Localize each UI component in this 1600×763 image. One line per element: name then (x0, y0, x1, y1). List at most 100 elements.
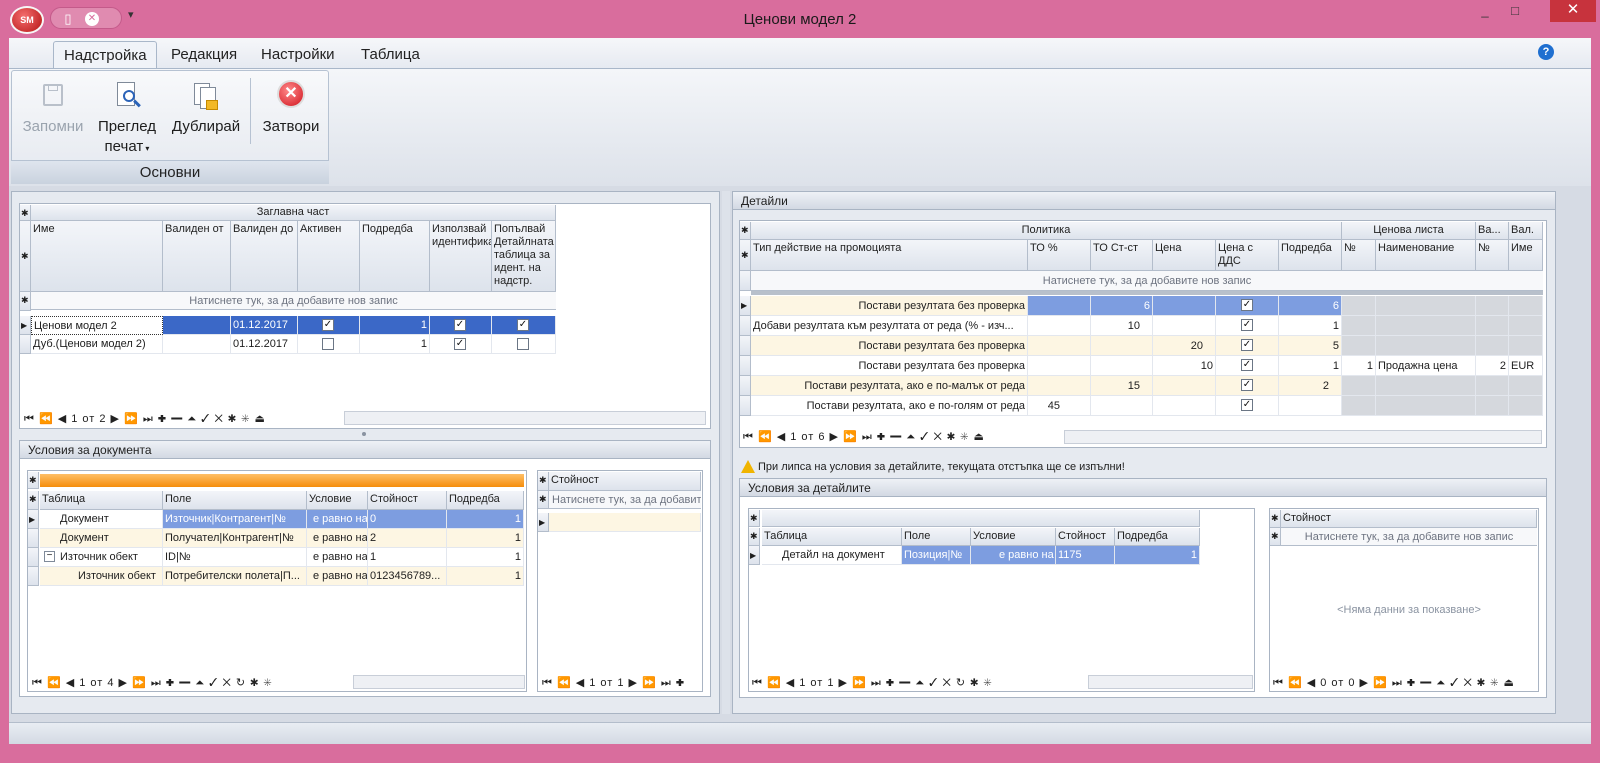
tab-nastroiki[interactable]: Настройки (251, 41, 345, 68)
cell-valid-to[interactable]: 01.12.2017 (231, 316, 298, 335)
cell-v-name[interactable] (1509, 336, 1543, 356)
cell-action-type[interactable]: Постави резултата без проверка (751, 296, 1028, 316)
cell-field[interactable]: Източник|Контрагент|№ (163, 510, 307, 529)
checkbox-fill-detail[interactable]: ✓ (517, 319, 529, 331)
cell-v-name[interactable] (1509, 296, 1543, 316)
cell-to-cost[interactable]: 15 (1091, 376, 1153, 396)
col-order[interactable]: Подредба (447, 491, 524, 510)
cell-pl-name[interactable] (1376, 296, 1476, 316)
col-value[interactable]: Стойност (1281, 510, 1537, 528)
cell-pl-no[interactable] (1342, 376, 1376, 396)
cell-pl-no[interactable] (1342, 396, 1376, 416)
cell-price[interactable] (1153, 316, 1216, 336)
cell-to-pct[interactable]: 45 (1028, 396, 1091, 416)
cell-active[interactable] (298, 335, 360, 354)
cell-to-cost[interactable] (1091, 336, 1153, 356)
cell-valid-from[interactable] (163, 335, 231, 354)
col-value[interactable]: Стойност (549, 472, 701, 491)
tree-cell-table[interactable]: Детайл на документ (762, 546, 902, 565)
cell-field[interactable]: Получател|Контрагент|№ (163, 529, 307, 548)
doc-conditions-navigator[interactable]: ⏮ ⏪ ◀ 1 от 4 ▶ ⏩ ⏭ ✚ ━ ⏶ ✓ ✕ ↻ ✱ ✳ (32, 674, 273, 692)
cell-v-name[interactable] (1509, 396, 1543, 416)
col-v-name[interactable]: Име (1509, 240, 1543, 271)
cell-value[interactable]: 2 (368, 529, 447, 548)
cell-to-cost[interactable] (1091, 396, 1153, 416)
cell-fill-detail[interactable] (492, 335, 556, 354)
cell-price-vat[interactable]: ✓ (1216, 296, 1279, 316)
splitter-handle[interactable] (362, 432, 366, 436)
cell-fill-detail[interactable]: ✓ (492, 316, 556, 335)
horizontal-scrollbar[interactable] (1088, 675, 1253, 689)
checkbox-price-vat[interactable]: ✓ (1241, 339, 1253, 351)
minimize-button[interactable]: _ (1470, 0, 1500, 22)
cell-order[interactable]: 6 (1279, 296, 1342, 316)
col-condition[interactable]: Условие (307, 491, 368, 510)
col-field[interactable]: Поле (163, 491, 307, 510)
col-value[interactable]: Стойност (1056, 528, 1115, 546)
cell-to-pct[interactable] (1028, 316, 1091, 336)
add-new-record-row[interactable]: Натиснете тук, за да добавит (549, 491, 701, 509)
col-pl-no[interactable]: № (1342, 240, 1376, 271)
checkbox-active[interactable]: ✓ (322, 319, 334, 331)
cell-pl-name[interactable] (1376, 376, 1476, 396)
splitter-handle[interactable] (1259, 508, 1267, 692)
cell-pl-no[interactable] (1342, 296, 1376, 316)
cell-action-type[interactable]: Постави резултата без проверка (751, 356, 1028, 376)
cell-valid-to[interactable]: 01.12.2017 (231, 335, 298, 354)
detail-conditions-navigator[interactable]: ⏮ ⏪ ◀ 1 от 1 ▶ ⏩ ⏭ ✚ ━ ⏶ ✓ ✕ ↻ ✱ ✳ (752, 674, 993, 692)
checkbox-use-identifier[interactable]: ✓ (454, 338, 466, 350)
cell-action-type[interactable]: Постави резултата, ако е по-малък от ред… (751, 376, 1028, 396)
cell-condition[interactable]: е равно на (307, 529, 368, 548)
col-order[interactable]: Подредба (1279, 240, 1342, 271)
checkbox-price-vat[interactable]: ✓ (1241, 359, 1253, 371)
cell-v-no[interactable] (1476, 376, 1509, 396)
cell-price[interactable] (1153, 396, 1216, 416)
cell-v-no[interactable] (1476, 316, 1509, 336)
cell-to-pct[interactable] (1028, 336, 1091, 356)
cell-pl-name[interactable] (1376, 316, 1476, 336)
cell-value[interactable]: 0123456789... (368, 567, 447, 586)
value-navigator[interactable]: ⏮ ⏪ ◀ 0 от 0 ▶ ⏩ ⏭ ✚ ━ ⏶ ✓ ✕ ✱ ✳ ⏏ (1273, 674, 1515, 692)
col-use-identifier[interactable]: Използвай идентификатора (430, 221, 492, 292)
cell-price-vat[interactable]: ✓ (1216, 376, 1279, 396)
col-pl-name[interactable]: Наименование (1376, 240, 1476, 271)
cell-pl-name[interactable] (1376, 396, 1476, 416)
cell-to-cost[interactable]: 10 (1091, 316, 1153, 336)
cell-condition[interactable]: е равно на (971, 546, 1056, 565)
cell-condition[interactable]: е равно на (307, 567, 368, 586)
col-price[interactable]: Цена (1153, 240, 1216, 271)
checkbox-use-identifier[interactable]: ✓ (454, 319, 466, 331)
cell-pl-no[interactable]: 1 (1342, 356, 1376, 376)
cell-price-vat[interactable]: ✓ (1216, 356, 1279, 376)
tab-nadstroika[interactable]: Надстройка (53, 41, 157, 68)
duplicate-button[interactable]: Дублирай (168, 80, 244, 137)
cell-field[interactable]: Позиция|№ (902, 546, 971, 565)
checkbox-price-vat[interactable]: ✓ (1241, 379, 1253, 391)
close-window-button[interactable]: ✕ (1550, 0, 1596, 22)
col-order[interactable]: Подредба (1115, 528, 1200, 546)
checkbox-active[interactable] (322, 338, 334, 350)
cell-use-identifier[interactable]: ✓ (430, 316, 492, 335)
help-icon[interactable]: ? (1538, 44, 1554, 60)
cell-price[interactable] (1153, 296, 1216, 316)
add-new-record-row[interactable]: Натиснете тук, за да добавите нов запис (751, 271, 1543, 291)
cell-price[interactable]: 10 (1153, 356, 1216, 376)
cell-name[interactable]: Дуб.(Ценови модел 2) (31, 335, 163, 354)
checkbox-price-vat[interactable]: ✓ (1241, 319, 1253, 331)
cell-v-name[interactable]: EUR (1509, 356, 1543, 376)
cell-active[interactable]: ✓ (298, 316, 360, 335)
col-table[interactable]: Таблица (762, 528, 902, 546)
close-button[interactable]: ✕ Затвори (256, 80, 326, 137)
cell-use-identifier[interactable]: ✓ (430, 335, 492, 354)
cell-price[interactable] (1153, 376, 1216, 396)
cell-order[interactable] (1279, 396, 1342, 416)
cell-condition[interactable]: е равно на (307, 510, 368, 529)
cell-v-no[interactable] (1476, 296, 1509, 316)
cell-pl-no[interactable] (1342, 316, 1376, 336)
cell-field[interactable]: ID|№ (163, 548, 307, 567)
col-v-no[interactable]: № (1476, 240, 1509, 271)
cell-to-pct[interactable] (1028, 356, 1091, 376)
cell-order[interactable]: 1 (1115, 546, 1200, 565)
cell-order[interactable]: 1 (447, 529, 524, 548)
horizontal-scrollbar[interactable] (353, 675, 525, 689)
